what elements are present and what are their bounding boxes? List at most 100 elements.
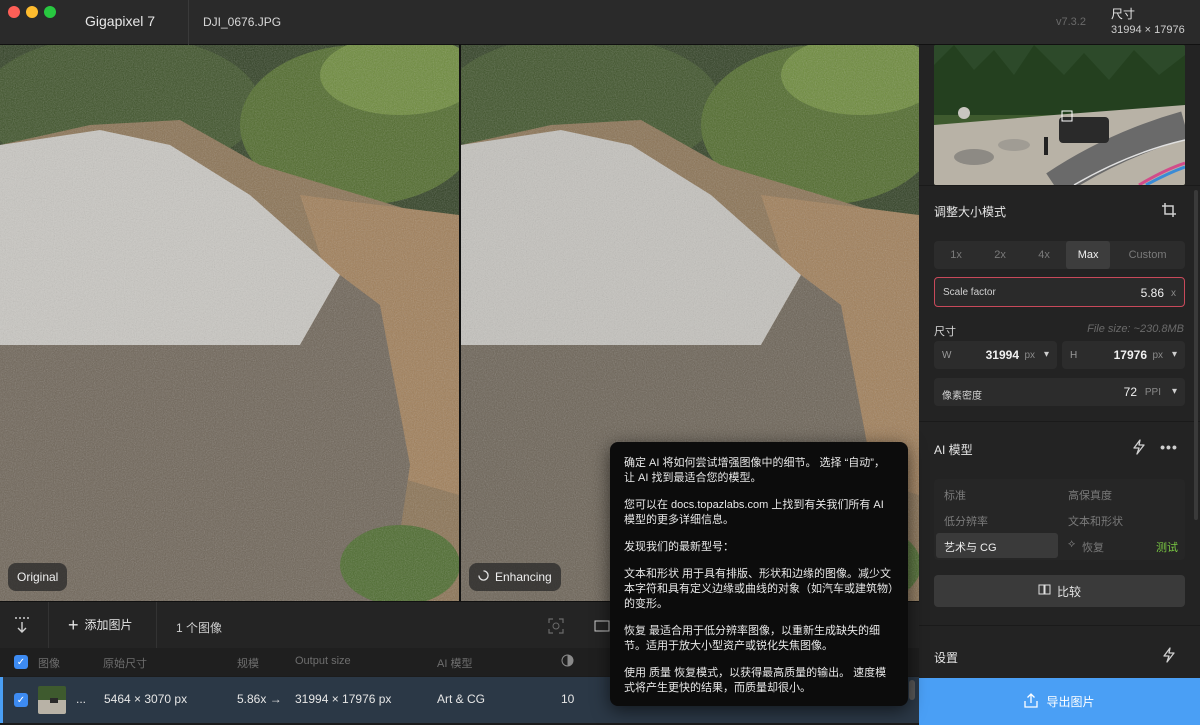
collapse-queue-icon[interactable] xyxy=(12,615,32,635)
model-low-resolution[interactable]: 低分辨率 xyxy=(944,513,988,529)
width-unit-dropdown-icon[interactable]: ▾ xyxy=(1044,349,1049,360)
settings-lightning-icon[interactable] xyxy=(1159,645,1179,665)
resize-mode-title: 调整大小模式 xyxy=(934,205,1007,219)
col-ai-model[interactable]: AI 模型 xyxy=(437,655,472,671)
tooltip-new-models: 发现我们的最新型号： xyxy=(624,541,734,553)
model-standard[interactable]: 标准 xyxy=(944,487,966,503)
navigator-image xyxy=(934,45,1185,185)
col-original-size[interactable]: 原始尺寸 xyxy=(103,655,147,671)
ppi-unit-dropdown-icon[interactable]: ▾ xyxy=(1172,386,1177,397)
tooltip-text-shape: 文本和形状 用于具有排版、形状和边缘的图像。减少文本字符和具有定义边缘或曲线的对… xyxy=(624,568,894,610)
recovery-icon: ⟡ xyxy=(1068,538,1076,550)
ppi-label: 像素密度 xyxy=(942,391,982,402)
col-image[interactable]: 图像 xyxy=(38,655,60,671)
mode-4x[interactable]: 4x xyxy=(1022,241,1066,269)
zoom-window-button[interactable] xyxy=(44,6,56,18)
height-field[interactable]: H 17976 px ▾ xyxy=(1062,341,1185,369)
crop-icon[interactable] xyxy=(1159,200,1179,220)
loading-spinner-icon xyxy=(478,570,489,584)
mode-1x[interactable]: 1x xyxy=(934,241,978,269)
ppi-value[interactable]: 72 xyxy=(1124,385,1137,399)
face-detect-icon[interactable] xyxy=(546,616,566,636)
height-value[interactable]: 17976 xyxy=(1114,348,1147,362)
tooltip-docs: 您可以在 docs.topazlabs.com 上找到有关我们所有 AI 模型的… xyxy=(624,499,884,526)
title-divider xyxy=(188,0,189,45)
panel-scrollbar[interactable] xyxy=(1194,190,1198,520)
row-original-size: 5464 × 3070 px xyxy=(104,692,188,706)
plus-icon: + xyxy=(68,614,79,635)
mode-max[interactable]: Max xyxy=(1066,241,1111,269)
enhancing-label-text: Enhancing xyxy=(495,570,552,584)
output-size-label: 尺寸 xyxy=(1111,7,1136,21)
export-icon xyxy=(1024,692,1039,711)
original-label-text: Original xyxy=(17,570,59,584)
scale-factor-label: Scale factor xyxy=(943,287,996,298)
settings-panel: 调整大小模式 1x 2x 4x Max Custom Scale factor … xyxy=(919,45,1200,725)
col-output-size[interactable]: Output size xyxy=(295,655,351,667)
ai-model-grid: 标准 高保真度 低分辨率 文本和形状 艺术与 CG ⟡ 恢复 测试 xyxy=(934,479,1185,560)
output-size-value: 31994 × 17976 xyxy=(1111,24,1185,36)
more-options-icon[interactable]: ••• xyxy=(1159,437,1179,457)
model-art-cg[interactable]: 艺术与 CG xyxy=(944,539,997,555)
version-label: v7.3.2 xyxy=(1056,16,1086,28)
row-scale: 5.86x → xyxy=(237,692,282,706)
height-unit: px xyxy=(1152,350,1163,361)
row-ellipsis: ... xyxy=(76,692,87,706)
width-value[interactable]: 31994 xyxy=(986,348,1019,362)
close-window-button[interactable] xyxy=(8,6,20,18)
height-label: H xyxy=(1070,350,1078,361)
scale-factor-field[interactable]: Scale factor 5.86 x xyxy=(934,277,1185,307)
add-image-label: 添加图片 xyxy=(84,618,133,632)
panel-divider xyxy=(919,625,1200,626)
compare-button[interactable]: 比较 xyxy=(934,575,1185,607)
export-label: 导出图片 xyxy=(1046,695,1095,709)
original-photo xyxy=(0,45,459,601)
toolbar-divider xyxy=(48,602,49,649)
ai-model-title: AI 模型 xyxy=(934,443,973,457)
scale-factor-unit: x xyxy=(1171,288,1176,299)
mode-2x[interactable]: 2x xyxy=(978,241,1022,269)
select-all-checkbox[interactable]: ✓ xyxy=(14,655,28,669)
row-strength-value: 10 xyxy=(561,692,575,706)
width-field[interactable]: W 31994 px ▾ xyxy=(934,341,1057,369)
tooltip-intro: 确定 AI 将如何尝试增强图像中的细节。 选择 “自动”，让 AI 找到最适合您… xyxy=(624,457,885,484)
row-ai-model: Art & CG xyxy=(437,692,486,706)
add-image-button[interactable]: + 添加图片 xyxy=(68,614,133,635)
mode-custom[interactable]: Custom xyxy=(1110,241,1185,269)
export-image-button[interactable]: 导出图片 xyxy=(919,678,1200,725)
settings-title: 设置 xyxy=(934,651,959,665)
title-bar: Gigapixel 7 DJI_0676.JPG v7.3.2 尺寸 31994… xyxy=(0,0,1200,45)
dimensions-label: 尺寸 xyxy=(934,326,956,338)
compare-icon xyxy=(1038,583,1051,599)
model-text-shape[interactable]: 文本和形状 xyxy=(1068,513,1123,529)
view-mode-icon[interactable] xyxy=(592,616,612,636)
original-preview[interactable]: Original xyxy=(0,45,459,601)
app-title: Gigapixel 7 xyxy=(85,13,156,29)
file-size-estimate: File size: ~230.8MB xyxy=(1087,323,1184,335)
ppi-field[interactable]: 像素密度 72 PPI ▾ xyxy=(934,378,1185,406)
row-checkbox[interactable]: ✓ xyxy=(14,693,28,707)
panel-divider xyxy=(919,421,1200,422)
enhancing-label: Enhancing xyxy=(469,563,561,591)
row-thumbnail xyxy=(38,686,66,714)
ai-model-tooltip: 确定 AI 将如何尝试增强图像中的细节。 选择 “自动”，让 AI 找到最适合您… xyxy=(610,442,908,706)
model-high-fidelity[interactable]: 高保真度 xyxy=(1068,487,1112,503)
toolbar-divider xyxy=(156,602,157,649)
col-scale[interactable]: 规模 xyxy=(237,655,259,671)
col-strength-icon[interactable] xyxy=(561,654,574,670)
height-unit-dropdown-icon[interactable]: ▾ xyxy=(1172,349,1177,360)
width-unit: px xyxy=(1024,350,1035,361)
image-count: 1 个图像 xyxy=(176,621,223,635)
tooltip-recovery: 恢复 最适合用于低分辨率图像，以重新生成缺失的细节。适用于放大小型资产或锐化失焦… xyxy=(624,625,881,652)
navigator-thumbnail[interactable] xyxy=(934,45,1185,185)
beta-test-badge: 测试 xyxy=(1156,542,1178,554)
queue-scrollbar[interactable] xyxy=(909,680,915,700)
scale-factor-value[interactable]: 5.86 xyxy=(1141,286,1164,300)
lightning-icon[interactable] xyxy=(1129,437,1149,457)
model-recovery[interactable]: 恢复 xyxy=(1082,539,1104,555)
panel-divider xyxy=(919,185,1200,186)
width-label: W xyxy=(942,350,952,361)
minimize-window-button[interactable] xyxy=(26,6,38,18)
ppi-unit: PPI xyxy=(1144,387,1161,398)
tooltip-quality: 使用 质量 恢复模式，以获得最高质量的输出。 速度模式将产生更快的结果，而质量却… xyxy=(624,667,887,694)
